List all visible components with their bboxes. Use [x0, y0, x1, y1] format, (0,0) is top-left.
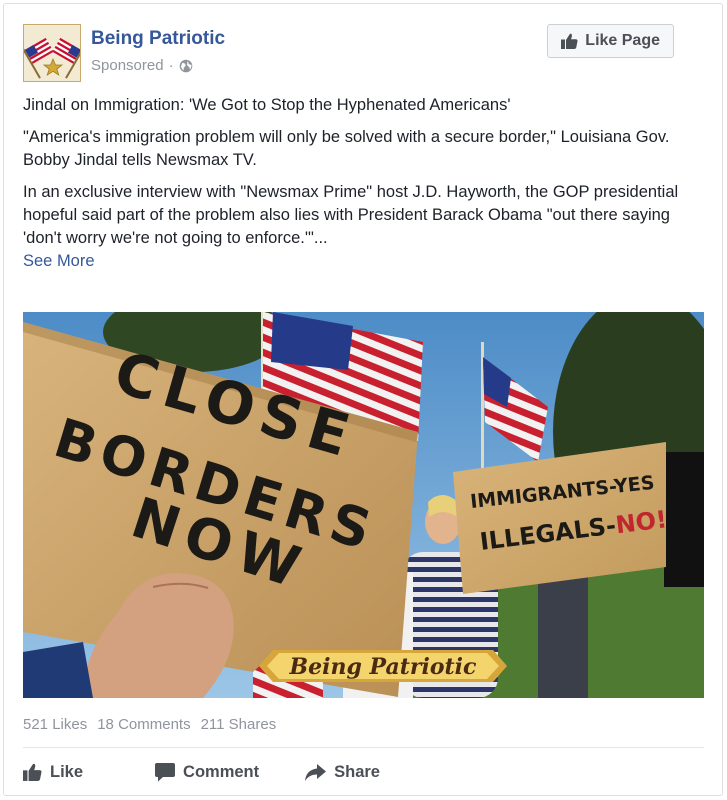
see-more-link[interactable]: See More — [23, 250, 95, 273]
post-meta: Sponsored · — [91, 57, 193, 74]
like-label: Like — [50, 762, 84, 781]
meta-separator: · — [168, 57, 174, 74]
page-avatar[interactable] — [23, 24, 81, 82]
like-button[interactable]: Like — [23, 756, 103, 788]
post-text: Jindal on Immigration: 'We Got to Stop t… — [23, 94, 692, 273]
engagement-stats: 521 Likes 18 Comments 211 Shares — [23, 716, 276, 733]
comments-count[interactable]: 18 Comments — [97, 716, 190, 733]
protest-photo: CLOSE BORDERS NOW IMMIGRANTS-YES ILLEGAL… — [23, 312, 704, 698]
post-paragraph-1: "America's immigration problem will only… — [23, 128, 670, 169]
like-page-button[interactable]: Like Page — [547, 24, 674, 58]
page-name[interactable]: Being Patriotic — [91, 28, 225, 50]
post-actions: Like Comment Share — [23, 756, 704, 788]
post-image[interactable]: CLOSE BORDERS NOW IMMIGRANTS-YES ILLEGAL… — [23, 312, 704, 698]
likes-count[interactable]: 521 Likes — [23, 716, 87, 733]
sponsored-label[interactable]: Sponsored — [91, 57, 164, 74]
thumbs-up-icon — [561, 33, 578, 49]
share-label: Share — [334, 762, 380, 781]
comment-bubble-icon — [155, 762, 176, 781]
post-paragraph-2-text: In an exclusive interview with "Newsmax … — [23, 183, 679, 247]
image-watermark: Being Patriotic — [289, 654, 477, 680]
shares-count[interactable]: 211 Shares — [201, 716, 277, 733]
post-header: Being Patriotic Sponsored · Like Page — [23, 24, 702, 84]
post-headline: Jindal on Immigration: 'We Got to Stop t… — [23, 96, 511, 114]
comment-button[interactable]: Comment — [155, 756, 279, 788]
sponsored-post-card: Being Patriotic Sponsored · Like Page Ji… — [3, 3, 723, 796]
post-paragraph-2: In an exclusive interview with "Newsmax … — [23, 181, 692, 273]
actions-divider — [23, 747, 704, 748]
crossed-flags-icon — [24, 25, 80, 81]
share-button[interactable]: Share — [305, 756, 400, 788]
globe-icon — [179, 59, 192, 72]
comment-label: Comment — [183, 762, 260, 781]
thumbs-up-icon — [23, 763, 42, 781]
like-page-label: Like Page — [585, 32, 660, 49]
share-arrow-icon — [305, 763, 327, 781]
